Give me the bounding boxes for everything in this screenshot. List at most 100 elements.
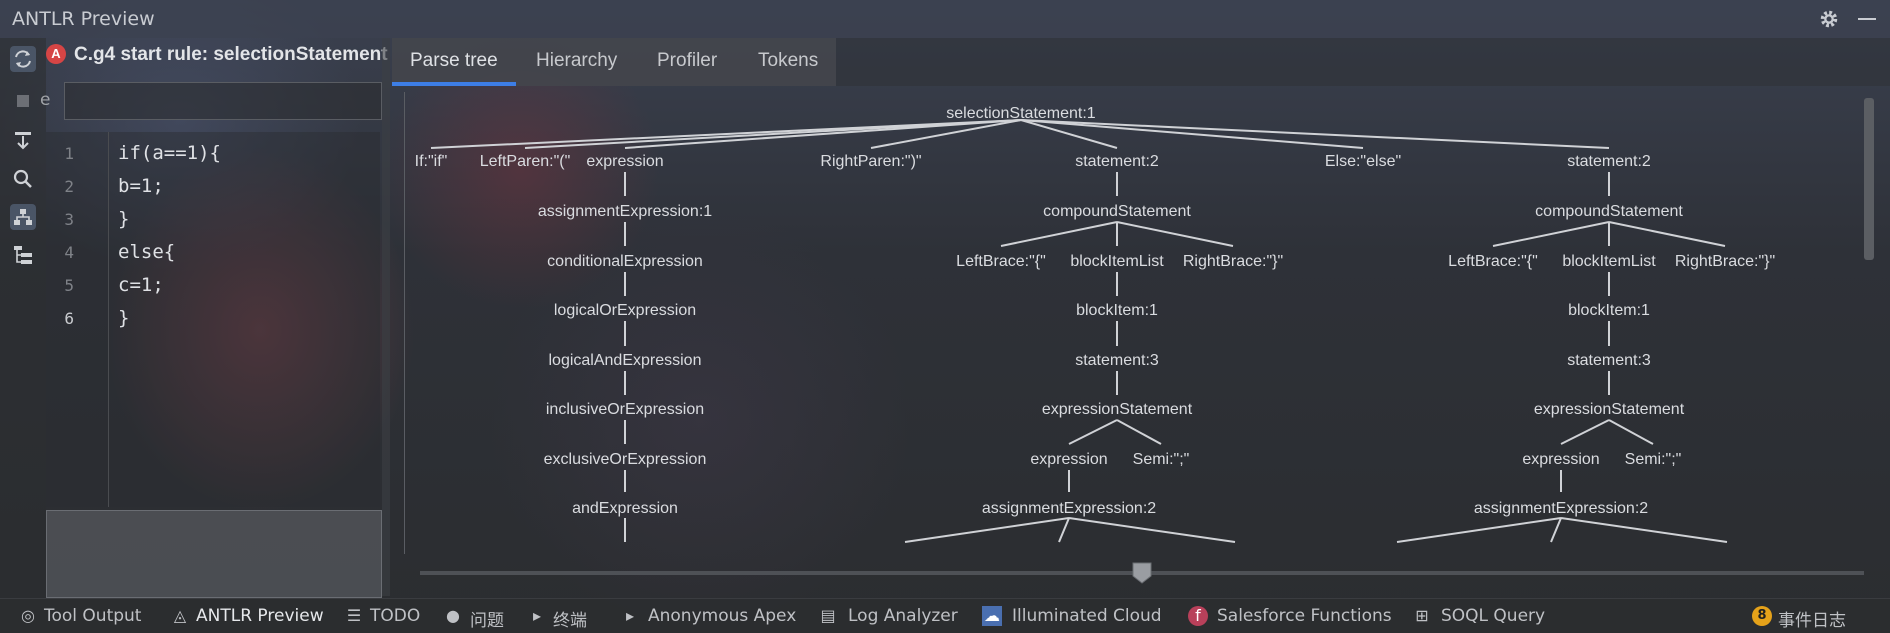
event-log-button[interactable]: 事件日志: [1778, 606, 1846, 631]
tree-node[interactable]: andExpression: [572, 500, 678, 517]
problems-icon: ●: [446, 606, 460, 625]
tree-node[interactable]: blockItem:1: [1076, 302, 1158, 319]
search-icon[interactable]: [10, 166, 36, 192]
terminal-button[interactable]: 终端: [553, 606, 587, 631]
refresh-icon[interactable]: [10, 46, 36, 72]
input-file-field[interactable]: [64, 82, 382, 120]
tree-node[interactable]: exclusiveOrExpression: [544, 451, 707, 468]
tree-edge: [624, 119, 1022, 149]
tree-node[interactable]: statement:2: [1567, 153, 1651, 170]
tree-node[interactable]: compoundStatement: [1043, 203, 1191, 220]
soql-icon: ⊞: [1415, 606, 1429, 625]
tab-hierarchy[interactable]: Hierarchy: [536, 50, 617, 72]
log-icon: ▤: [820, 606, 836, 625]
vertical-scrollbar[interactable]: [1864, 98, 1874, 260]
window-title: ANTLR Preview: [12, 8, 155, 30]
left-toolbar: [0, 38, 46, 598]
problems-button[interactable]: 问题: [470, 606, 504, 631]
salesforce-functions-button[interactable]: Salesforce Functions: [1217, 606, 1392, 626]
antlr-preview-button[interactable]: ANTLR Preview: [196, 606, 324, 626]
parse-tree-view[interactable]: selectionStatement:1 If:"if" LeftParen:"…: [404, 92, 1865, 554]
tree-node[interactable]: expressionStatement: [1042, 401, 1193, 418]
line-number: 6: [64, 309, 74, 328]
title-bar: ANTLR Preview: [0, 0, 1890, 38]
code-line: b=1;: [118, 175, 164, 197]
tree-node[interactable]: assignmentExpression:2: [982, 500, 1156, 517]
tree-node[interactable]: Semi:";": [1625, 451, 1682, 468]
line-number: 2: [64, 177, 74, 196]
tree-node[interactable]: Else:"else": [1325, 153, 1401, 170]
cloud-icon: ☁: [982, 606, 1002, 626]
tree-node[interactable]: compoundStatement: [1535, 203, 1683, 220]
gear-icon[interactable]: [1818, 8, 1840, 30]
tree-node[interactable]: statement:2: [1075, 153, 1159, 170]
todo-button[interactable]: TODO: [370, 606, 420, 626]
hierarchy-icon[interactable]: [10, 242, 36, 268]
event-count-badge: 8: [1752, 606, 1772, 626]
line-gutter: 1 2 3 4 5 6: [46, 132, 109, 507]
tree-node[interactable]: assignmentExpression:2: [1474, 500, 1648, 517]
tree-node[interactable]: RightBrace:"}": [1183, 253, 1283, 270]
tab-tokens[interactable]: Tokens: [758, 50, 818, 72]
code-line: c=1;: [118, 274, 164, 296]
anonymous-apex-button[interactable]: Anonymous Apex: [648, 606, 796, 626]
tree-edges: [430, 119, 1728, 543]
export-icon[interactable]: [10, 128, 36, 154]
zoom-slider-thumb[interactable]: [1132, 562, 1152, 584]
tree-node[interactable]: statement:3: [1567, 352, 1651, 369]
tree-edge: [1116, 419, 1162, 445]
active-tab-indicator: [392, 82, 516, 86]
tree-node[interactable]: RightParen:")": [820, 153, 921, 170]
tree-node[interactable]: logicalOrExpression: [554, 302, 696, 319]
tree-node[interactable]: blockItemList: [1070, 253, 1164, 270]
tree-node[interactable]: LeftBrace:"{": [1448, 253, 1538, 270]
tree-node[interactable]: expression: [1522, 451, 1599, 468]
code-line: }: [118, 208, 130, 230]
tab-parse-tree[interactable]: Parse tree: [410, 50, 498, 72]
terminal-icon: ▸: [532, 606, 542, 625]
tree-node[interactable]: If:"if": [415, 153, 448, 170]
console-panel[interactable]: [46, 510, 382, 598]
soql-query-button[interactable]: SOQL Query: [1441, 606, 1545, 626]
start-rule-label: C.g4 start rule: selectionStatement: [74, 44, 388, 65]
code-editor[interactable]: 1 2 3 4 5 6 if(a==1){ b=1; } else{ c=1; …: [46, 132, 380, 507]
line-number: 4: [64, 243, 74, 262]
tree-node[interactable]: expression: [586, 153, 663, 170]
tree-edge: [904, 517, 1070, 543]
illuminated-cloud-button[interactable]: Illuminated Cloud: [1012, 606, 1162, 626]
tree-node[interactable]: LeftBrace:"{": [956, 253, 1046, 270]
tree-edge: [1560, 419, 1610, 445]
tree-node[interactable]: blockItemList: [1562, 253, 1656, 270]
tree-node[interactable]: assignmentExpression:1: [538, 203, 712, 220]
tree-edge: [1608, 419, 1654, 445]
tree-node[interactable]: statement:3: [1075, 352, 1159, 369]
tree-view-icon[interactable]: [10, 204, 36, 230]
tree-node[interactable]: blockItem:1: [1568, 302, 1650, 319]
minimize-icon[interactable]: [1858, 18, 1876, 20]
functions-icon: f: [1188, 606, 1208, 626]
panel-splitter[interactable]: [382, 38, 390, 596]
tree-node[interactable]: expression: [1030, 451, 1107, 468]
tree-edge: [1116, 221, 1234, 247]
tree-node[interactable]: conditionalExpression: [547, 253, 703, 270]
editor-header: A C.g4 start rule: selectionStatement: [46, 40, 388, 72]
tree-edge: [1560, 517, 1728, 543]
tab-profiler[interactable]: Profiler: [657, 50, 717, 72]
line-number: 1: [64, 144, 74, 163]
parse-tree-canvas: selectionStatement:1 If:"if" LeftParen:"…: [415, 105, 1775, 543]
tool-output-button[interactable]: Tool Output: [44, 606, 141, 626]
stop-icon[interactable]: [10, 88, 36, 114]
tree-node[interactable]: Semi:";": [1133, 451, 1190, 468]
tree-edge: [1068, 419, 1118, 445]
tree-node[interactable]: logicalAndExpression: [549, 352, 702, 369]
tool-window-bar: ◎ Tool Output ◬ ANTLR Preview ☰ TODO ● 问…: [0, 598, 1890, 633]
tree-node[interactable]: selectionStatement:1: [946, 105, 1096, 122]
tree-edge: [1068, 517, 1236, 543]
tree-edge: [1396, 517, 1562, 543]
tree-node[interactable]: LeftParen:"(": [480, 153, 571, 170]
tree-node[interactable]: RightBrace:"}": [1675, 253, 1775, 270]
log-analyzer-button[interactable]: Log Analyzer: [848, 606, 958, 626]
tree-node[interactable]: inclusiveOrExpression: [546, 401, 704, 418]
tree-node[interactable]: expressionStatement: [1534, 401, 1685, 418]
line-number: 3: [64, 210, 74, 229]
